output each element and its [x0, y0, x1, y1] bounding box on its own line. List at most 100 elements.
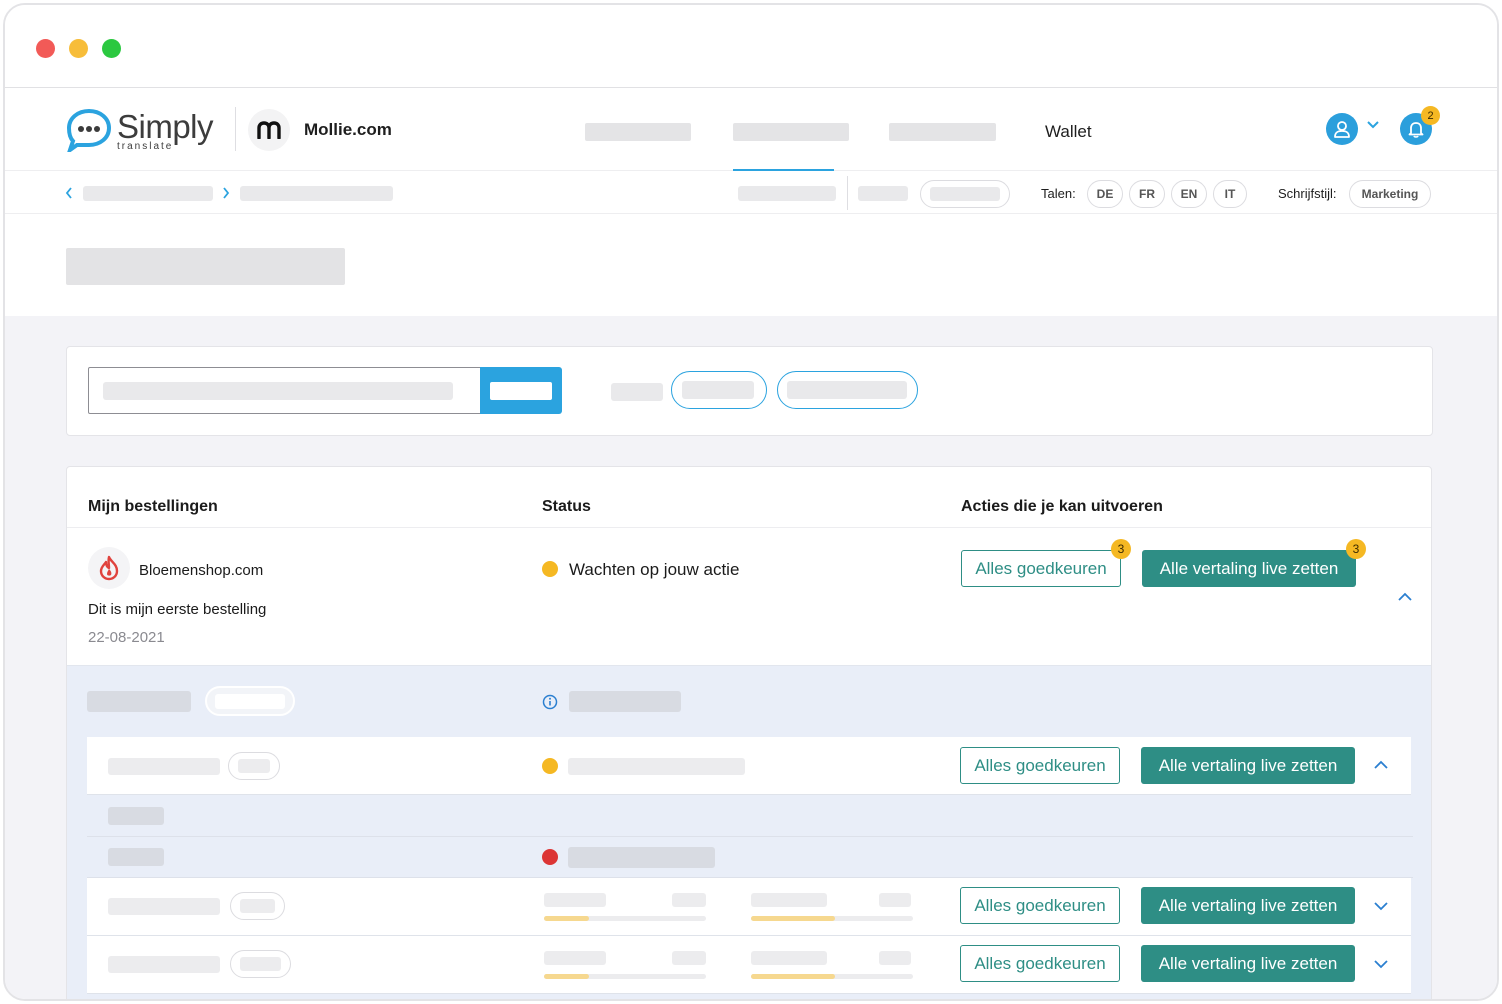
window-titlebar	[5, 5, 1497, 88]
progress-4-value-placeholder	[879, 951, 911, 965]
chat-bubble-logo-icon	[67, 108, 112, 152]
shop-flame-icon	[99, 555, 119, 581]
approve-count-badge: 3	[1111, 539, 1131, 559]
progress-2-label-placeholder	[751, 893, 827, 907]
subrow-1: Alles goedkeuren Alle vertaling live zet…	[87, 737, 1411, 795]
order-status: Wachten op jouw actie	[569, 560, 740, 579]
chevron-down-icon[interactable]	[1372, 958, 1390, 970]
publish-all-button[interactable]: Alle vertaling live zetten	[1141, 887, 1355, 924]
subrow-2-pill-placeholder	[240, 899, 275, 913]
filter-pill-2[interactable]	[777, 371, 918, 409]
search-input[interactable]	[88, 367, 481, 414]
subrow-2: Alles goedkeuren Alle vertaling live zet…	[87, 878, 1411, 936]
chevron-up-icon[interactable]	[1372, 759, 1390, 771]
progress-bar-4	[751, 974, 913, 979]
subrow-3: Alles goedkeuren Alle vertaling live zet…	[87, 936, 1411, 994]
chevron-down-icon[interactable]	[1366, 119, 1380, 129]
nested-row-1-placeholder	[108, 807, 164, 825]
group-status-placeholder	[569, 691, 681, 712]
shop-name[interactable]: Bloemenshop.com	[139, 562, 263, 579]
progress-bar-2	[751, 916, 913, 921]
writing-style-label: Schrijfstijl:	[1278, 186, 1337, 201]
minimize-window-button[interactable]	[69, 39, 88, 58]
approve-all-button[interactable]: Alles goedkeuren	[960, 887, 1120, 924]
notification-count-badge: 2	[1421, 106, 1440, 125]
subrow-3-pill-placeholder	[240, 957, 281, 971]
group-pill[interactable]	[205, 686, 295, 716]
language-pill-it[interactable]: IT	[1213, 180, 1247, 208]
simply-translate-logo[interactable]: Simply translate	[67, 108, 217, 152]
meta-placeholder	[738, 186, 836, 201]
active-nav-indicator	[733, 169, 834, 171]
subbar-divider	[847, 176, 848, 210]
language-pill-de[interactable]: DE	[1087, 180, 1123, 208]
filter-pill-1[interactable]	[671, 371, 767, 409]
maximize-window-button[interactable]	[102, 39, 121, 58]
client-avatar[interactable]	[248, 109, 290, 151]
close-window-button[interactable]	[36, 39, 55, 58]
breadcrumb-item-1-placeholder[interactable]	[83, 186, 213, 201]
chevron-up-icon[interactable]	[1396, 591, 1414, 603]
subrow-3-pill[interactable]	[230, 950, 291, 978]
user-icon	[1334, 121, 1350, 138]
progress-bar-3	[544, 974, 706, 979]
search-button[interactable]	[480, 367, 562, 414]
subrow-2-pill[interactable]	[230, 892, 285, 920]
chevron-left-icon[interactable]	[65, 187, 73, 199]
top-navigation: Simply translate Mollie.com Wallet 2	[5, 89, 1497, 171]
breadcrumb-item-2-placeholder[interactable]	[240, 186, 393, 201]
chevron-down-icon[interactable]	[1372, 900, 1390, 912]
status-dot-error	[542, 849, 558, 865]
info-icon[interactable]	[542, 694, 558, 710]
writing-style-pill[interactable]: Marketing	[1349, 180, 1431, 208]
orders-card: Mijn bestellingen Status Acties die je k…	[66, 466, 1432, 999]
order-date: 22-08-2021	[88, 629, 165, 646]
filter-pill-1-placeholder	[682, 381, 754, 399]
subrow-1-pill[interactable]	[228, 752, 280, 780]
page-title-placeholder	[66, 248, 345, 285]
nav-item-3-placeholder[interactable]	[889, 123, 996, 141]
progress-bar-3-fill	[544, 974, 590, 979]
column-header-status: Status	[542, 498, 591, 515]
nav-item-2-placeholder[interactable]	[733, 123, 849, 141]
language-pill-en[interactable]: EN	[1171, 180, 1207, 208]
subrow-2-title-placeholder	[108, 898, 220, 915]
status-dot-pending	[542, 561, 558, 577]
publish-all-button[interactable]: Alle vertaling live zetten	[1141, 945, 1355, 982]
order-description: Dit is mijn eerste bestelling	[88, 601, 267, 618]
progress-3-value-placeholder	[672, 951, 706, 965]
approve-all-button[interactable]: Alles goedkeuren	[961, 550, 1121, 587]
status-dot-pending	[542, 758, 558, 774]
client-name: Mollie.com	[304, 120, 392, 139]
progress-2-value-placeholder	[879, 893, 911, 907]
nav-item-wallet[interactable]: Wallet	[1045, 122, 1092, 142]
order-expanded-panel: Alles goedkeuren Alle vertaling live zet…	[67, 665, 1431, 999]
meta-placeholder-2	[858, 186, 908, 201]
progress-bar-2-fill	[751, 916, 836, 921]
subrow-1-pill-placeholder	[238, 759, 270, 773]
progress-bar-4-fill	[751, 974, 836, 979]
subrow-1-status-placeholder	[568, 758, 745, 775]
subrow-1-title-placeholder	[108, 758, 220, 775]
progress-1-label-placeholder	[544, 893, 606, 907]
progress-bar-1-fill	[544, 916, 590, 921]
breadcrumb-bar: Talen: DE FR EN IT Schrijfstijl: Marketi…	[5, 172, 1497, 214]
nested-row-2-status-placeholder	[568, 847, 715, 868]
column-header-orders: Mijn bestellingen	[88, 498, 218, 515]
publish-all-button[interactable]: Alle vertaling live zetten	[1142, 550, 1356, 587]
filter-pill-2-placeholder	[787, 381, 907, 399]
logo-subtext: translate	[117, 141, 174, 152]
nav-item-1-placeholder[interactable]	[585, 123, 691, 141]
nested-row-2-placeholder	[108, 848, 164, 866]
nav-divider	[235, 107, 236, 151]
group-pill-placeholder	[215, 694, 285, 709]
user-menu-button[interactable]	[1326, 113, 1358, 145]
group-title-placeholder	[87, 691, 191, 712]
nested-row-1	[87, 796, 1413, 837]
approve-all-button[interactable]: Alles goedkeuren	[960, 945, 1120, 982]
language-pill-fr[interactable]: FR	[1129, 180, 1165, 208]
approve-all-button[interactable]: Alles goedkeuren	[960, 747, 1120, 784]
meta-pill[interactable]	[920, 180, 1010, 208]
publish-all-button[interactable]: Alle vertaling live zetten	[1141, 747, 1355, 784]
shop-logo	[88, 547, 130, 589]
